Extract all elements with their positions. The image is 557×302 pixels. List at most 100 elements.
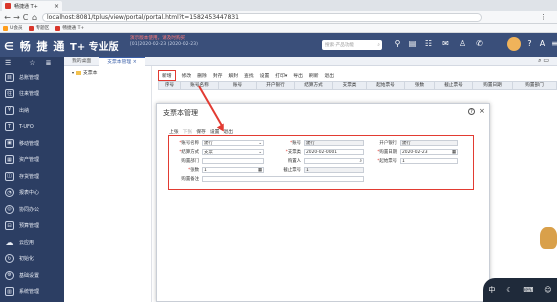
browser-tab[interactable]: 畅捷通 T+ × [2, 1, 62, 11]
tab-close-icon[interactable]: × [54, 3, 59, 10]
chevron-down-icon: ⌄ [258, 140, 262, 146]
seal-button[interactable]: 封存 [213, 72, 223, 79]
mascot-icon[interactable] [540, 227, 557, 249]
moon-icon[interactable]: ☾ [506, 286, 512, 294]
sidebar-item-reports[interactable]: ◔ 报表中心 [0, 185, 64, 202]
browser-tab-bar: 畅捷通 T+ × [0, 0, 557, 11]
count-stepper[interactable]: 1 ▦ [202, 167, 264, 173]
category-tree: ▾ 支票本 [64, 66, 152, 302]
system-icon: ▥ [5, 287, 14, 297]
col-seq[interactable]: 序号 [159, 81, 181, 90]
user-icon[interactable]: ♙ [457, 39, 468, 50]
unseal-button[interactable]: 解封 [228, 72, 238, 79]
home-browser-icon[interactable]: ⌂ [30, 13, 39, 22]
language-icon[interactable]: A [537, 39, 548, 50]
dialog-help-icon[interactable]: ? [468, 108, 475, 115]
sidebar-item-system[interactable]: ▥ 系统管理 [0, 284, 64, 301]
calendar-icon[interactable]: ▦ [452, 150, 456, 154]
tree-node-root[interactable]: ▾ 支票本 [72, 69, 151, 76]
list-icon[interactable]: ≣ [46, 59, 52, 67]
export-button[interactable]: 导出 [293, 72, 303, 79]
sidebar-item-assets[interactable]: ▦ 资产管理 [0, 152, 64, 169]
tab-cheque-book[interactable]: 支票本管理 × [99, 56, 145, 66]
find-button[interactable]: 查找 [244, 72, 254, 79]
sidebar-item-accounts[interactable]: 往往来管理 [0, 86, 64, 103]
skin-icon[interactable]: ☺ [544, 286, 551, 294]
doc-icon[interactable]: ☷ [423, 39, 434, 50]
reports-icon: ◔ [5, 188, 14, 198]
col-count[interactable]: 张数 [405, 81, 435, 90]
keyboard-icon[interactable]: ⌨ [523, 286, 533, 294]
sidebar-item-init[interactable]: ↻ 初始化 [0, 251, 64, 268]
stepper-icon[interactable]: ▦ [258, 168, 262, 172]
sidebar-item-ledger[interactable]: 目总账管理 [0, 69, 64, 86]
print-button[interactable]: 打印▾ [275, 72, 287, 79]
bookmark-ucenter[interactable]: U会员 [3, 25, 23, 31]
col-account[interactable]: 账号 [219, 81, 257, 90]
purchase-date-picker[interactable]: 2020-02-23 ▦ [400, 149, 458, 155]
feature-search[interactable]: 搜索·产品功能 ⌕ [322, 40, 382, 50]
prev-button[interactable]: 上张 [169, 128, 179, 135]
label-cheque-type: *支票类 [285, 150, 301, 155]
next-button[interactable]: 下张 [183, 128, 193, 135]
star-icon[interactable]: ☆ [29, 59, 35, 67]
settings-button[interactable]: 设置 [260, 72, 270, 79]
sidebar-item-mobile[interactable]: ▣ 移动管理 [0, 135, 64, 152]
new-button[interactable]: 新增 [158, 70, 176, 81]
buyer-field[interactable]: ⌕ [304, 158, 364, 164]
sidebar-item-collab[interactable]: ◎ 协同办公 [0, 201, 64, 218]
sidebar-item-inventory[interactable]: ◫ 存货管理 [0, 168, 64, 185]
message-icon[interactable]: ✉ [440, 39, 451, 50]
sidebar-item-tufo[interactable]: T T-UFO [0, 119, 64, 136]
col-type[interactable]: 支票类 [333, 81, 367, 90]
bookmark-topic[interactable]: 专题区 [28, 25, 49, 31]
edit-button[interactable]: 修改 [182, 72, 192, 79]
col-bank[interactable]: 开户银行 [257, 81, 295, 90]
refresh-button[interactable]: 刷新 [309, 72, 319, 79]
cheque-type-field[interactable]: 2020-02-0001 [304, 149, 364, 155]
grid-icon[interactable]: ⚲ [392, 39, 403, 50]
col-date[interactable]: 购置日期 [473, 81, 513, 90]
more-icon[interactable]: ≡ [549, 39, 557, 50]
mobile-icon: ▣ [5, 138, 14, 148]
search-icon[interactable]: ⌕ [377, 42, 380, 48]
col-start[interactable]: 起始票号 [367, 81, 405, 90]
search-icon[interactable]: ⌕ [360, 159, 362, 163]
sidebar-item-cashier[interactable]: ¥ 出纳 [0, 102, 64, 119]
url-bar[interactable]: localhost:8081/tplus/view/portal/portal.… [42, 13, 482, 22]
back-icon[interactable]: ← [3, 13, 12, 22]
home-icon[interactable]: ▤ [407, 39, 418, 50]
col-settle[interactable]: 结算方式 [295, 81, 333, 90]
remark-field[interactable] [202, 176, 364, 182]
sidebar-item-basic[interactable]: ⚙ 基础设置 [0, 267, 64, 284]
sidebar-item-budget[interactable]: ⊟ 预算管理 [0, 218, 64, 235]
forward-icon[interactable]: → [12, 13, 21, 22]
bookmark-tplus[interactable]: 畅捷通 T+ [55, 25, 84, 31]
floating-toolbar: 中 ☾ ⌨ ☺ [483, 278, 557, 302]
settle-select[interactable]: 支票 ⌄ [202, 149, 264, 155]
save-button[interactable]: 保存 [196, 128, 206, 135]
reload-icon[interactable]: C [21, 13, 30, 22]
sidebar-item-cloud[interactable]: ☁ 云应用 [0, 234, 64, 251]
help-icon[interactable]: ? [524, 39, 535, 50]
phone-icon[interactable]: ✆ [474, 39, 485, 50]
tab-search-icon[interactable]: ⌕ ▭ [538, 57, 549, 65]
sidebar-toolbar: ☰ ☆ ≣ [0, 57, 64, 69]
dept-field[interactable] [202, 158, 264, 164]
dialog-close-icon[interactable]: × [479, 107, 485, 115]
col-end[interactable]: 截止票号 [435, 81, 473, 90]
monkey-avatar[interactable] [507, 37, 521, 51]
start-no-field[interactable]: 1 [400, 158, 458, 164]
exit-button[interactable]: 退出 [325, 72, 335, 79]
ime-icon[interactable]: 中 [488, 285, 495, 295]
browser-menu-icon[interactable]: ⋮ [540, 13, 547, 21]
collab-icon: ◎ [5, 204, 14, 214]
col-dept[interactable]: 购置部门 [513, 82, 556, 90]
account-name-select[interactable]: 建行 ⌄ [202, 140, 264, 146]
menu-toggle-icon[interactable]: ☰ [5, 59, 11, 67]
tab-desktop[interactable]: 我的桌面 [64, 57, 99, 66]
license-notice[interactable]: 演示版本使用，请及时购买 [01]2020-02-23 (2020-02-23) [130, 36, 198, 48]
label-remark: 购置备注 [181, 177, 199, 182]
expand-icon[interactable]: ▾ [72, 70, 74, 75]
delete-button[interactable]: 删除 [197, 72, 207, 79]
